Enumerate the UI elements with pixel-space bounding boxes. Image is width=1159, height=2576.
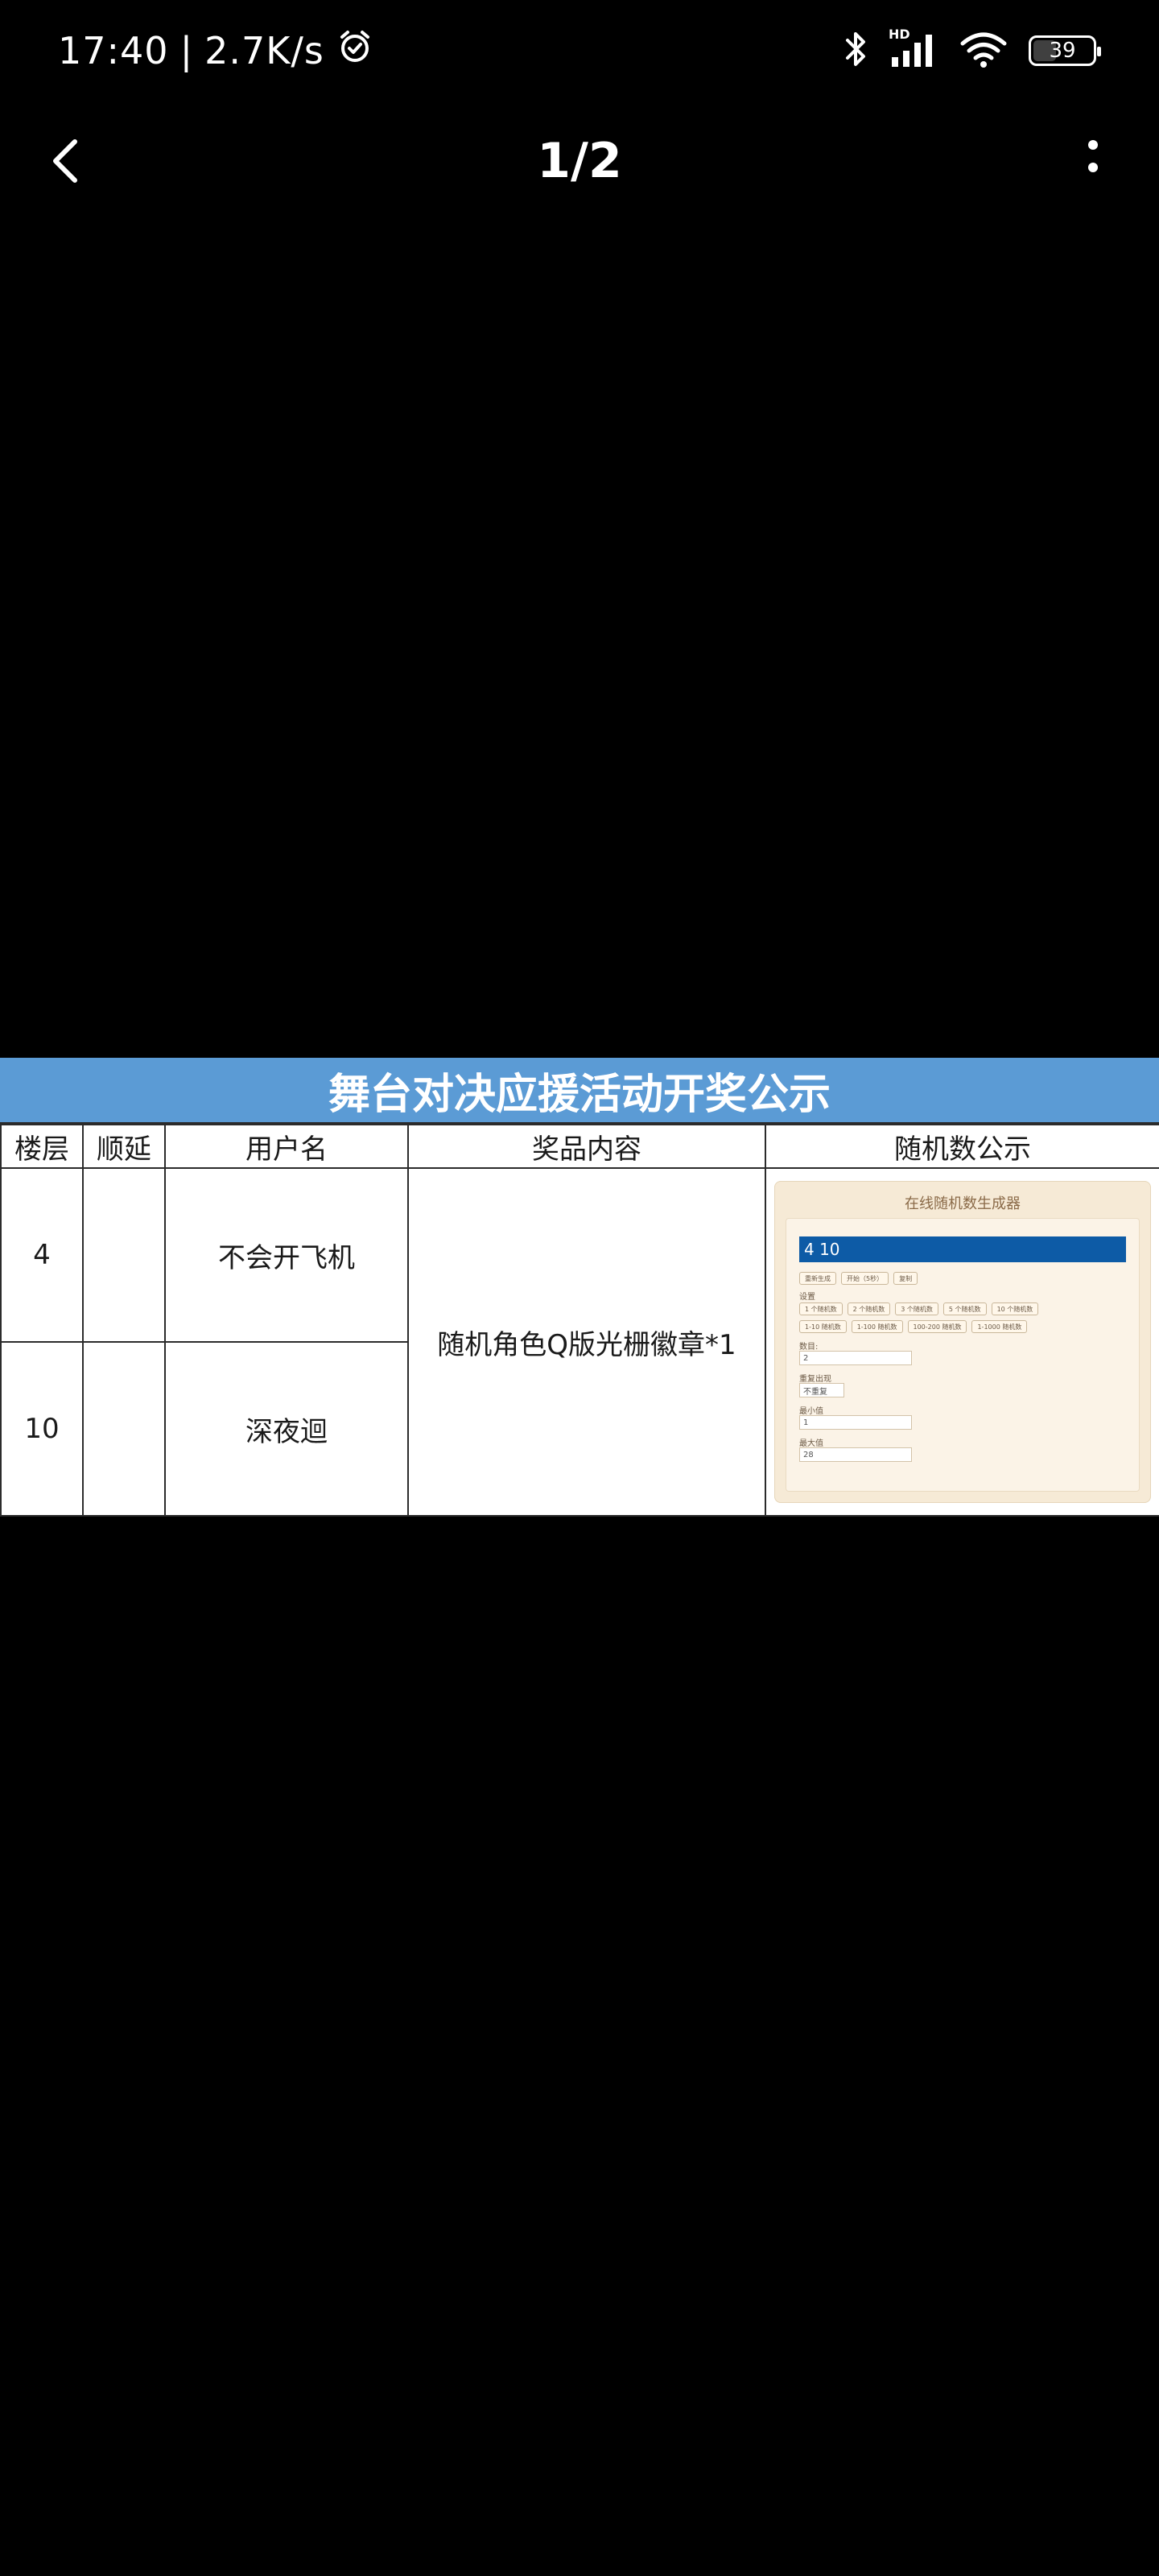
rng-preset: 5 个随机数 (942, 1302, 987, 1315)
rng-repeat-label: 重复出现 (799, 1375, 831, 1384)
header-prize: 奖品内容 (407, 1124, 766, 1169)
rng-max-label: 最大值 (799, 1439, 823, 1448)
status-separator: | (179, 29, 194, 72)
announcement-banner: 舞台对决应援活动开奖公示 (0, 1058, 1159, 1124)
wifi-icon (959, 29, 1008, 72)
header-random-number: 随机数公示 (765, 1124, 1159, 1169)
status-left: 17:40 | 2.7K/s (58, 24, 374, 77)
header-username: 用户名 (164, 1124, 409, 1169)
rng-count-label: 数目: (799, 1343, 819, 1352)
status-bar: 17:40 | 2.7K/s HD 39 (0, 0, 1159, 101)
cell-deferred (82, 1167, 166, 1343)
rng-min-label: 最小值 (799, 1407, 823, 1416)
status-right: HD 39 (843, 24, 1101, 77)
rng-result: 4 10 (799, 1236, 1126, 1262)
network-speed: 2.7K/s (204, 29, 324, 72)
cell-floor: 4 (0, 1167, 84, 1343)
cell-username: 深夜迴 (164, 1341, 409, 1517)
rng-preset: 3 个随机数 (895, 1302, 938, 1315)
rng-preset: 2 个随机数 (847, 1302, 891, 1315)
bluetooth-icon (843, 29, 868, 72)
rng-panel: 4 10 重新生成 开始（5秒） 复制 设置 1 个随机数 2 个随机数 3 个… (786, 1218, 1140, 1492)
rng-preset: 1-100 随机数 (851, 1320, 903, 1333)
rng-settings-label: 设置 (799, 1293, 815, 1302)
result-table: 楼层 顺延 用户名 奖品内容 随机数公示 4 不会开飞机 随机角色Q版光栅徽章*… (0, 1124, 1159, 1517)
rng-action-buttons: 重新生成 开始（5秒） 复制 (799, 1272, 918, 1285)
rng-preset-row-1: 1 个随机数 2 个随机数 3 个随机数 5 个随机数 10 个随机数 (799, 1302, 1039, 1315)
cell-prize: 随机角色Q版光栅徽章*1 (407, 1167, 766, 1517)
cell-deferred (82, 1341, 166, 1517)
more-options-button[interactable] (1059, 127, 1127, 195)
table-row: 4 不会开飞机 随机角色Q版光栅徽章*1 在线随机数生成器 4 10 重新生成 … (0, 1167, 1159, 1517)
rng-preset: 100-200 随机数 (907, 1320, 967, 1333)
header-deferred: 顺延 (82, 1124, 166, 1169)
status-time: 17:40 (58, 29, 169, 72)
app-bar: 1/2 (0, 113, 1159, 209)
rng-count-input: 2 (799, 1351, 912, 1365)
rng-preset: 10 个随机数 (991, 1302, 1039, 1315)
cell-random-number-proof: 在线随机数生成器 4 10 重新生成 开始（5秒） 复制 设置 1 个随机数 2… (765, 1167, 1159, 1517)
rng-preset: 1-1000 随机数 (971, 1320, 1028, 1333)
cellular-signal-icon: HD (889, 27, 938, 72)
rng-preset-row-2: 1-10 随机数 1-100 随机数 100-200 随机数 1-1000 随机… (799, 1320, 1028, 1333)
rng-start-button: 开始（5秒） (841, 1272, 889, 1285)
battery-level-text: 39 (1049, 39, 1076, 63)
random-number-screenshot: 在线随机数生成器 4 10 重新生成 开始（5秒） 复制 设置 1 个随机数 2… (774, 1181, 1151, 1503)
rng-copy-button: 复制 (893, 1272, 918, 1285)
battery-icon: 39 (1029, 35, 1101, 66)
more-vert-icon (1088, 140, 1098, 172)
rng-repeat-select: 不重复 (799, 1383, 844, 1397)
rng-title: 在线随机数生成器 (905, 1195, 1021, 1212)
rng-preset: 1 个随机数 (799, 1302, 843, 1315)
page-counter: 1/2 (537, 133, 622, 189)
cell-username: 不会开飞机 (164, 1167, 409, 1343)
alarm-icon (336, 27, 374, 75)
cell-floor: 10 (0, 1341, 84, 1517)
displayed-photo[interactable]: 舞台对决应援活动开奖公示 楼层 顺延 用户名 奖品内容 随机数公示 4 不会开飞… (0, 1058, 1159, 1517)
rng-preset: 1-10 随机数 (799, 1320, 847, 1333)
table-header-row: 楼层 顺延 用户名 奖品内容 随机数公示 (0, 1124, 1159, 1169)
header-floor: 楼层 (0, 1124, 84, 1169)
rng-regenerate-button: 重新生成 (799, 1272, 836, 1285)
rng-min-input: 1 (799, 1415, 912, 1430)
rng-max-input: 28 (799, 1447, 912, 1462)
